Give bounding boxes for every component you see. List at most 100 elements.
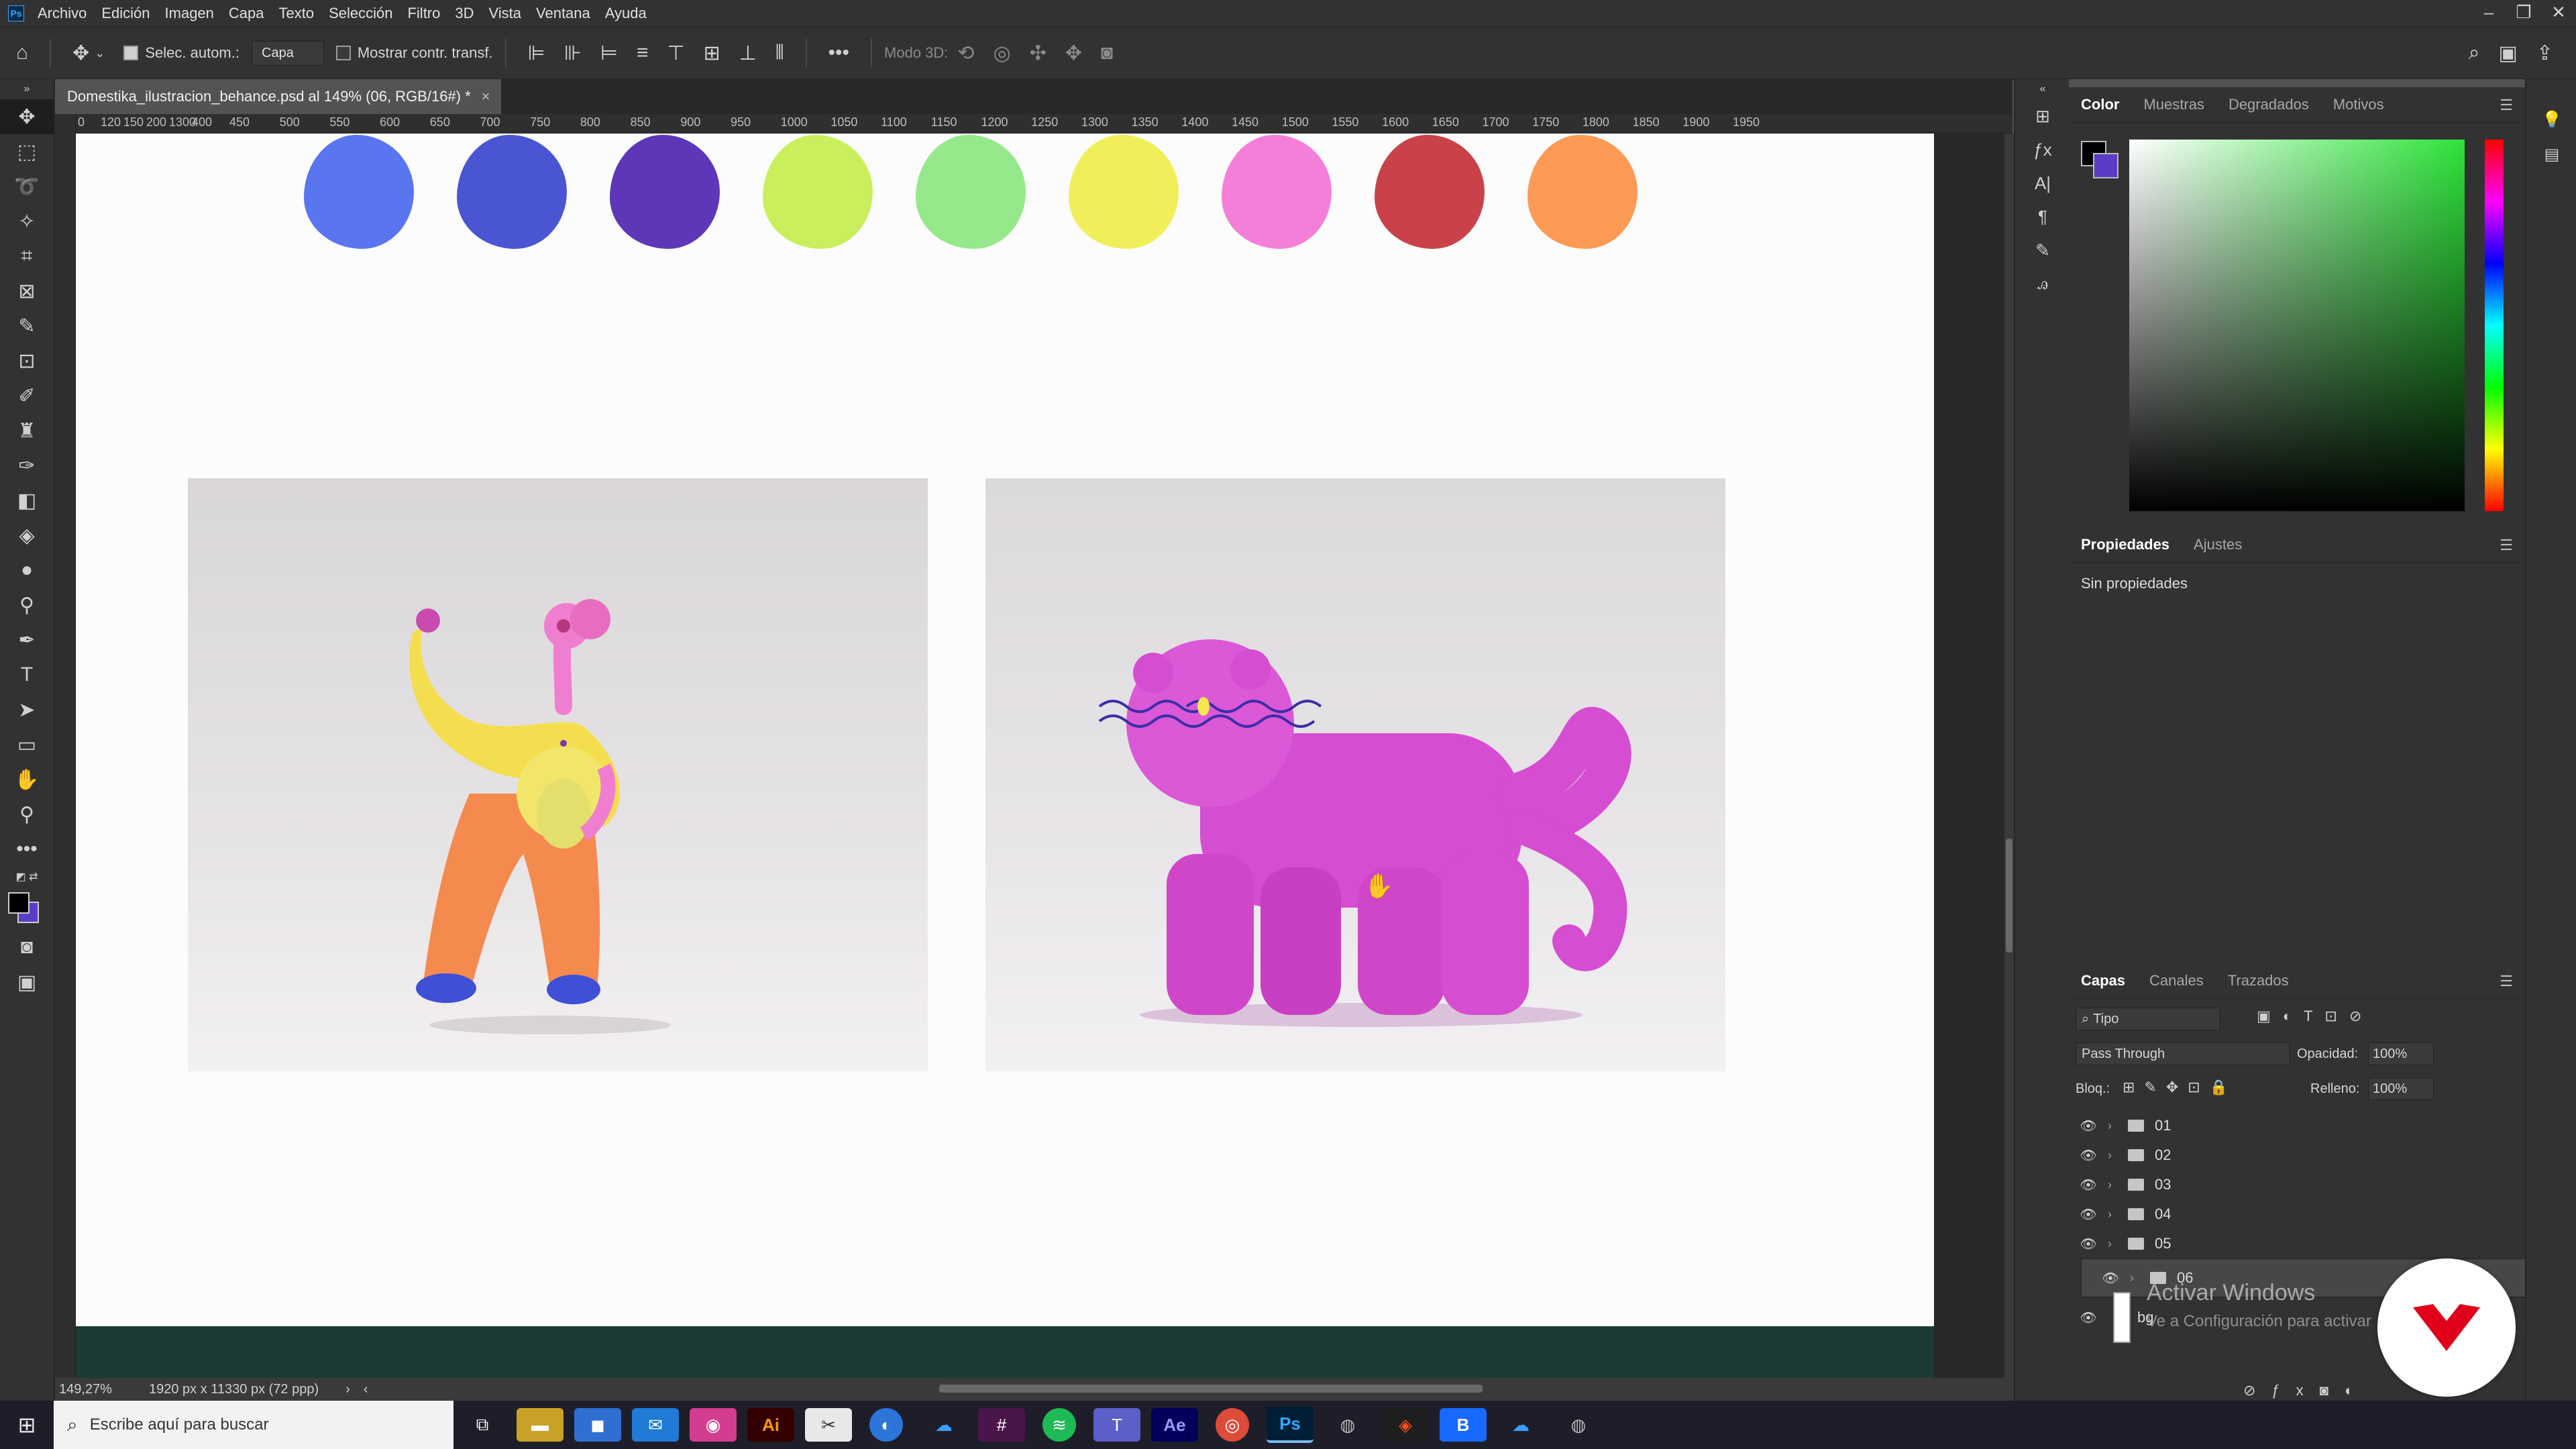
menu-texto[interactable]: Texto <box>279 5 315 22</box>
document-canvas[interactable]: ✋ <box>76 133 1934 1326</box>
tab-ajustes[interactable]: Ajustes <box>2182 536 2254 553</box>
distribute-h-icon[interactable]: ≡ <box>637 42 649 64</box>
eyedropper-tool-icon[interactable]: ✎ <box>0 309 54 343</box>
lock-icons[interactable]: ⊞✎✥⊡🔒 <box>2123 1079 2237 1096</box>
dodge-tool-icon[interactable]: ⚲ <box>0 588 54 623</box>
layer-row[interactable]: 👁 › 04 <box>2069 1199 2512 1229</box>
quick-mask-icon[interactable]: ◙ <box>0 930 54 965</box>
chevron-right-icon[interactable]: › <box>2108 1148 2123 1163</box>
align-right-icon[interactable]: ⊨ <box>600 42 618 65</box>
tab-degradados[interactable]: Degradados <box>2216 96 2321 113</box>
chrome-icon[interactable]: ◎ <box>1216 1408 1249 1442</box>
move-tool-icon[interactable]: ✥ <box>0 99 54 134</box>
hand-tool-icon[interactable]: ✋ <box>0 762 54 797</box>
layer-actions-bar[interactable]: ⊘ƒx◙◐ <box>2243 1382 2369 1399</box>
brush-tool-icon[interactable]: ✐ <box>0 378 54 413</box>
visibility-eye-icon[interactable]: 👁 <box>2069 1118 2108 1134</box>
collapse-icon[interactable]: » <box>0 79 54 99</box>
store-icon[interactable]: ◼ <box>574 1408 621 1442</box>
photoshop-taskbar-icon[interactable]: Ps <box>1267 1407 1313 1443</box>
brush-settings-panel-icon[interactable]: ✎ <box>2015 233 2070 267</box>
restore-icon[interactable]: ❐ <box>2506 0 2541 27</box>
foreground-color-swatch[interactable] <box>8 892 30 914</box>
document-tab[interactable]: Domestika_ilustracion_behance.psd al 149… <box>55 79 501 114</box>
panel-menu-icon[interactable]: ☰ <box>2500 973 2513 990</box>
layer-row[interactable]: 👁 › 02 <box>2069 1140 2512 1170</box>
libraries-icon[interactable]: ▤ <box>2526 137 2576 172</box>
close-icon[interactable]: ✕ <box>2541 0 2576 27</box>
collapse-icon[interactable]: « <box>2015 79 2070 99</box>
move-tool-icon[interactable]: ✥ <box>72 42 89 65</box>
menu-vista[interactable]: Vista <box>489 5 522 22</box>
search-icon[interactable]: ⌕ <box>2469 42 2480 64</box>
align-top-icon[interactable]: ⊤ <box>667 42 684 65</box>
tab-muestras[interactable]: Muestras <box>2131 96 2216 113</box>
task-view-icon[interactable]: ⧉ <box>459 1408 506 1442</box>
visibility-eye-icon[interactable]: 👁 <box>2069 1177 2108 1193</box>
canvas-area[interactable]: ✋ <box>76 133 2004 1378</box>
chevron-right-icon[interactable]: › <box>2108 1208 2123 1222</box>
menu-archivo[interactable]: Archivo <box>38 5 87 22</box>
auto-select-dropdown[interactable]: Capa <box>252 40 324 66</box>
visibility-eye-icon[interactable]: 👁 <box>2069 1236 2108 1252</box>
visibility-eye-icon[interactable]: 👁 <box>2069 1309 2108 1326</box>
show-transform-checkbox[interactable] <box>335 46 351 60</box>
cinema4d-icon[interactable]: ◍ <box>1555 1408 1602 1442</box>
tab-propiedades[interactable]: Propiedades <box>2069 536 2182 553</box>
file-explorer-icon[interactable]: ▬ <box>517 1408 564 1442</box>
paint-bucket-tool-icon[interactable]: ◈ <box>0 518 54 553</box>
styles-panel-icon[interactable]: ƒx <box>2015 133 2070 166</box>
marquee-tool-icon[interactable]: ⬚ <box>0 134 54 169</box>
menu-filtro[interactable]: Filtro <box>407 5 440 22</box>
learn-icon[interactable]: 💡 <box>2526 102 2576 137</box>
scroll-left-icon[interactable]: ‹ <box>364 1382 368 1397</box>
visibility-eye-icon[interactable]: 👁 <box>2091 1270 2130 1287</box>
menu-ayuda[interactable]: Ayuda <box>605 5 647 22</box>
onedrive-icon[interactable]: ☁ <box>1497 1408 1544 1442</box>
cinema4d-icon[interactable]: ◍ <box>1324 1408 1371 1442</box>
tab-color[interactable]: Color <box>2069 96 2131 113</box>
visibility-eye-icon[interactable]: 👁 <box>2069 1147 2108 1164</box>
orbit-3d-icon[interactable]: ⟲ <box>957 42 974 65</box>
horizontal-scroll-thumb[interactable] <box>939 1385 1483 1393</box>
stamp-tool-icon[interactable]: ♜ <box>0 413 54 448</box>
close-tab-icon[interactable]: × <box>482 88 490 105</box>
default-colors-icon[interactable]: ◩ ⇄ <box>0 867 54 887</box>
chevron-down-icon[interactable]: ⌄ <box>95 46 105 60</box>
screen-mode-icon[interactable]: ▣ <box>0 965 54 1000</box>
drag-3d-icon[interactable]: ✣ <box>1030 42 1046 65</box>
after-effects-icon[interactable]: Ae <box>1151 1408 1198 1442</box>
type-tool-icon[interactable]: T <box>0 657 54 692</box>
paragraph-panel-icon[interactable]: ¶ <box>2015 200 2070 233</box>
pen-tool-icon[interactable]: ✒ <box>0 623 54 657</box>
visibility-eye-icon[interactable]: 👁 <box>2069 1206 2108 1223</box>
home-icon[interactable]: ⌂ <box>16 42 28 64</box>
align-middle-v-icon[interactable]: ⊞ <box>704 42 720 65</box>
glyphs-panel-icon[interactable]: ꭿ <box>2015 267 2070 301</box>
status-menu-icon[interactable]: › <box>345 1382 350 1397</box>
camera-3d-icon[interactable]: ◙ <box>1101 42 1113 64</box>
hue-slider[interactable] <box>2485 140 2504 511</box>
layer-row[interactable]: 👁 › 01 <box>2069 1111 2512 1140</box>
blur-tool-icon[interactable]: ● <box>0 553 54 588</box>
slack-icon[interactable]: # <box>978 1408 1025 1442</box>
color-field[interactable] <box>2129 140 2465 511</box>
behance-icon[interactable]: B <box>1440 1408 1487 1442</box>
illustrator-icon[interactable]: Ai <box>747 1408 794 1442</box>
taskbar-search[interactable]: ⌕ Escribe aquí para buscar <box>54 1401 453 1449</box>
menu-3d[interactable]: 3D <box>455 5 474 22</box>
minimize-icon[interactable]: – <box>2471 0 2506 27</box>
fill-input[interactable]: 100% <box>2368 1077 2434 1100</box>
snip-icon[interactable]: ✂ <box>805 1408 852 1442</box>
spotify-icon[interactable]: ≋ <box>1042 1408 1076 1442</box>
zoom-value[interactable]: 149,27% <box>59 1382 140 1397</box>
share-icon[interactable]: ⇪ <box>2536 42 2553 65</box>
more-options-icon[interactable]: ••• <box>828 42 850 64</box>
align-center-h-icon[interactable]: ⊪ <box>564 42 582 65</box>
eraser-tool-icon[interactable]: ◧ <box>0 483 54 518</box>
tab-capas[interactable]: Capas <box>2069 972 2137 989</box>
character-panel-icon[interactable]: A| <box>2015 166 2070 200</box>
frame-tool-icon[interactable]: ⊠ <box>0 274 54 309</box>
chevron-right-icon[interactable]: › <box>2108 1178 2123 1192</box>
layer-filter-icons[interactable]: ▣◐T⊡⊘ <box>2257 1008 2373 1025</box>
